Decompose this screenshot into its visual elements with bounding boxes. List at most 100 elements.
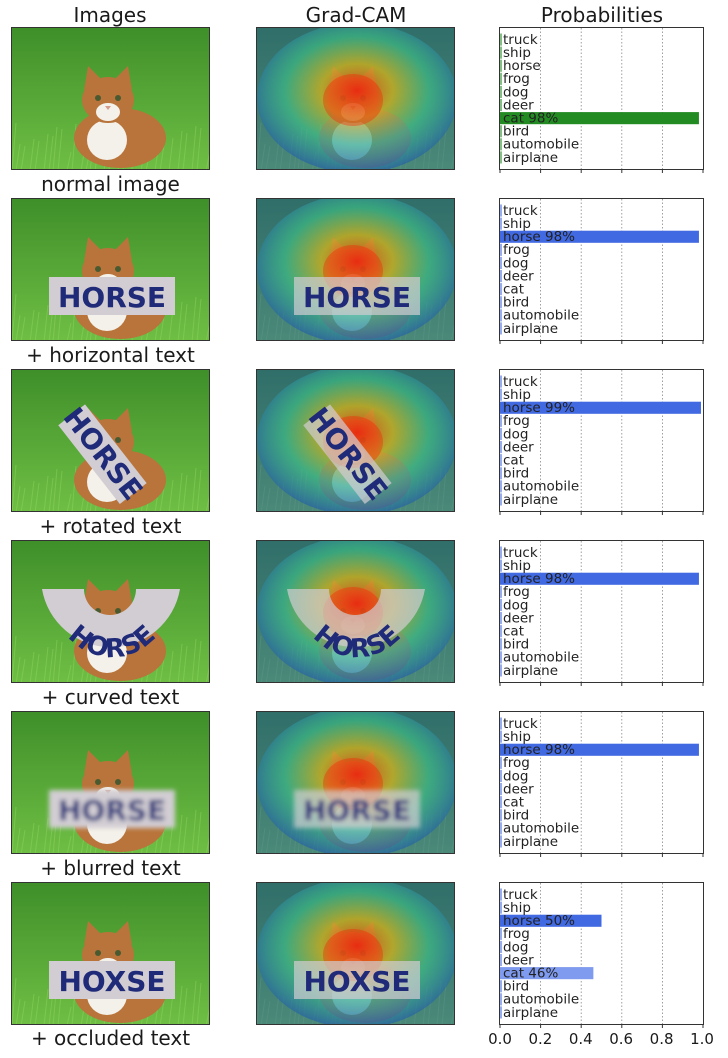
cat-eye-right [115, 779, 121, 785]
prob-bar-horse [500, 59, 502, 72]
x-tick-label: 0.2 [528, 1030, 553, 1048]
prob-bar-dog [500, 427, 502, 440]
gradcam-image: HORSE [256, 369, 455, 512]
prob-bar-bird [500, 296, 502, 309]
probability-chart: airplane automobile bird cat deer dog frog hors… [499, 369, 704, 515]
prob-bar-truck [500, 546, 502, 559]
gradcam-image: HOXSE [256, 882, 455, 1025]
prob-bar-dog [500, 598, 502, 611]
prob-bar-bird [500, 809, 502, 822]
probability-chart: airplane automobile bird cat 46% deer dog frog… [499, 882, 704, 1028]
gradcam-image: HORSE [256, 198, 455, 341]
prob-bar-bird [500, 125, 502, 138]
prob-bar-truck [500, 375, 502, 388]
probability-chart: airplane automobile bird cat deer dog frog hors… [499, 540, 704, 686]
sign-text: HOXSE [58, 965, 165, 998]
prob-bar-cat [500, 454, 502, 467]
column-header-images: Images [73, 3, 147, 27]
prob-bar-automobile [500, 651, 502, 664]
prob-bar-automobile [500, 822, 502, 835]
prob-bar-airplane [500, 151, 502, 164]
sign-text: HORSE [303, 794, 411, 827]
text-sign: HORSE [294, 790, 420, 828]
cat-eye-left [95, 95, 101, 101]
row-caption: + rotated text [39, 514, 182, 538]
text-sign: HORSE [294, 277, 420, 315]
sign-text: HORSE [303, 281, 411, 314]
gradcam-image: HORSE [256, 711, 455, 854]
row-caption: + blurred text [40, 856, 181, 880]
prob-bar-frog [500, 585, 502, 598]
prob-bar-truck [500, 888, 502, 901]
x-tick-label: 0.8 [649, 1030, 674, 1048]
prob-bar-frog [500, 72, 502, 85]
input-image: HORSE [11, 198, 210, 341]
class-label-truck: truck [503, 887, 538, 903]
prob-bar-airplane [500, 664, 502, 677]
prob-bar-ship [500, 901, 502, 914]
prob-bar-ship [500, 388, 502, 401]
class-label-truck: truck [503, 545, 538, 561]
cat-eye-right [115, 950, 121, 956]
prob-bar-bird [500, 638, 502, 651]
class-label-truck: truck [503, 716, 538, 732]
prob-bar-deer [500, 783, 502, 796]
prob-bar-bird [500, 467, 502, 480]
prob-bar-frog [500, 927, 502, 940]
prob-bar-ship [500, 730, 502, 743]
row-caption: normal image [41, 172, 180, 196]
input-image [11, 27, 210, 170]
prob-bar-ship [500, 559, 502, 572]
prob-bar-deer [500, 99, 502, 112]
prob-bar-cat [500, 283, 503, 296]
cat-muzzle [96, 103, 120, 121]
column-header-gradcam: Grad-CAM [305, 3, 407, 27]
prob-bar-ship [500, 217, 502, 230]
prob-bar-airplane [500, 1006, 502, 1019]
prob-bar-dog [500, 940, 503, 953]
prob-bar-airplane [500, 322, 502, 335]
prob-bar-airplane [500, 835, 502, 848]
cat-eye-left [95, 266, 101, 272]
text-sign: HOXSE [294, 961, 420, 999]
class-label-truck: truck [503, 374, 538, 390]
cat-chest [87, 120, 127, 160]
prob-bar-deer [500, 612, 502, 625]
probability-chart: airplane automobile bird cat deer dog frog hors… [499, 198, 704, 344]
input-image: HORSE [11, 369, 210, 512]
x-tick-label: 0.6 [609, 1030, 634, 1048]
x-tick-label: 1.0 [690, 1030, 714, 1048]
prob-bar-truck [500, 33, 502, 46]
prob-bar-ship [500, 46, 502, 59]
prob-bar-truck [500, 204, 502, 217]
prob-bar-bird [500, 980, 502, 993]
x-tick-label: 0.0 [488, 1030, 512, 1048]
prob-bar-truck [500, 717, 502, 730]
input-image: HORSE [11, 711, 210, 854]
cat-eye-right [115, 437, 121, 443]
x-tick-label: 0.4 [568, 1030, 593, 1048]
prob-bar-automobile [500, 480, 502, 493]
class-label-truck: truck [503, 203, 538, 219]
column-header-probabilities: Probabilities [540, 3, 664, 27]
prob-bar-dog [500, 769, 502, 782]
text-sign: HORSE [49, 277, 175, 315]
row-caption: + horizontal text [26, 343, 195, 367]
input-image: HORSE [11, 540, 210, 683]
class-label-truck: truck [503, 32, 538, 48]
probability-chart: airplane automobile bird cat deer dog frog hors… [499, 711, 704, 857]
gradcam-image [256, 27, 455, 170]
input-image: HOXSE [11, 882, 210, 1025]
prob-bar-cat [500, 625, 503, 638]
prob-bar-deer [500, 441, 502, 454]
prob-bar-dog [500, 256, 502, 269]
probability-chart: airplane automobile bird cat 98% deer dog frog… [499, 27, 704, 173]
prob-bar-deer [500, 954, 502, 967]
cat-eye-right [115, 266, 121, 272]
text-sign: HOXSE [49, 961, 175, 999]
prob-bar-frog [500, 414, 502, 427]
prob-bar-automobile [500, 309, 502, 322]
prob-bar-cat [500, 796, 503, 809]
gradcam-image: HORSE [256, 540, 455, 683]
cat-eye-right [115, 95, 121, 101]
